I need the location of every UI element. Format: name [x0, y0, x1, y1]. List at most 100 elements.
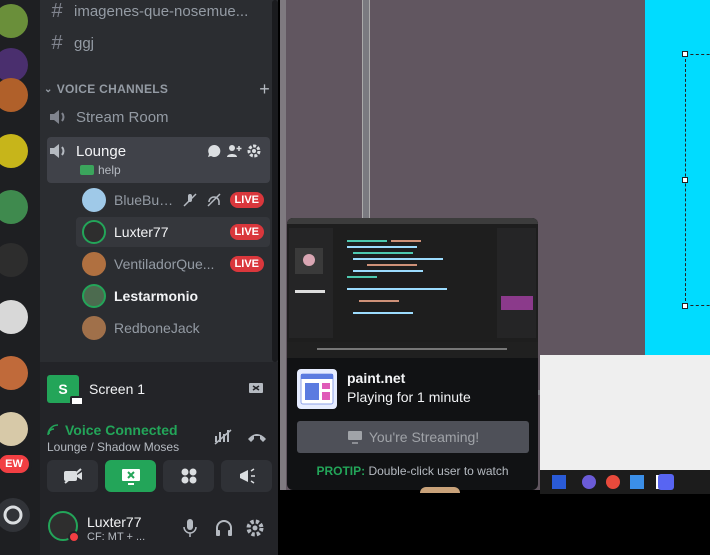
taskbar-app-icon[interactable]	[552, 475, 566, 489]
protip: PROTIP: Double-click user to watch	[287, 464, 538, 478]
avatar	[82, 284, 106, 308]
live-badge: LIVE	[229, 224, 264, 240]
screen-share-icon: S	[47, 375, 84, 406]
channel-name: ggj	[74, 34, 95, 52]
speaker-icon	[48, 108, 68, 126]
selection-handle[interactable]	[682, 177, 688, 183]
avatar	[82, 188, 106, 212]
avatar	[82, 316, 106, 340]
mention-badge: EW	[0, 452, 32, 476]
screen-share-icon	[347, 430, 363, 444]
screen-share-button[interactable]	[105, 460, 156, 492]
voice-connected-label[interactable]: Voice Connected	[65, 422, 178, 438]
gear-icon[interactable]	[246, 143, 262, 159]
channel-status: help	[80, 162, 302, 178]
window-frame-line	[280, 0, 286, 490]
category-label: VOICE CHANNELS	[56, 82, 169, 96]
channel-item[interactable]: # imagenes-que-nosemue...	[48, 0, 268, 26]
invite-icon[interactable]	[226, 143, 242, 159]
voice-status: Voice Connected Lounge / Shadow Moses	[47, 422, 272, 454]
home-icon[interactable]	[0, 498, 30, 532]
stream-preview-popout: paint.net Playing for 1 minute You're St…	[287, 218, 538, 490]
protip-text: Double-click user to watch	[368, 464, 509, 478]
deafened-icon	[206, 192, 222, 208]
voice-user-name: Lestarmonio	[114, 288, 199, 304]
mic-muted-icon	[182, 192, 198, 208]
voice-user[interactable]: RedboneJack	[76, 313, 270, 343]
activities-icon	[179, 466, 199, 486]
username[interactable]: Luxter77	[87, 514, 141, 530]
noise-suppression-icon[interactable]	[213, 428, 233, 446]
activities-button[interactable]	[163, 460, 214, 492]
screen-share-label: Screen 1	[89, 381, 146, 397]
selection-handle[interactable]	[682, 51, 688, 57]
taskbar	[540, 470, 710, 494]
voice-channel-item[interactable]: Stream Room	[48, 102, 270, 132]
voice-location[interactable]: Lounge / Shadow Moses	[47, 440, 272, 454]
voice-channel-name: Stream Room	[76, 108, 169, 126]
signal-icon	[47, 424, 59, 436]
voice-user[interactable]: Luxter77 LIVE	[76, 217, 270, 247]
gear-icon[interactable]	[245, 518, 265, 538]
server-icon[interactable]	[0, 78, 28, 112]
server-icon[interactable]	[0, 356, 28, 390]
camera-toggle-button[interactable]	[47, 460, 98, 492]
voice-channel-name: Lounge	[76, 142, 127, 160]
camera-icon	[70, 396, 84, 406]
stop-stream-icon[interactable]	[248, 382, 264, 396]
avatar[interactable]	[48, 511, 80, 543]
headphones-icon[interactable]	[214, 518, 234, 538]
server-icon[interactable]	[0, 412, 28, 446]
dnd-status-icon	[68, 531, 80, 543]
voice-user-name: VentiladorQue...	[114, 256, 215, 272]
taskbar-app-icon[interactable]	[582, 475, 596, 489]
channel-name: imagenes-que-nosemue...	[74, 2, 249, 20]
soundboard-icon	[237, 466, 257, 486]
voice-user[interactable]: VentiladorQue... LIVE	[76, 249, 270, 279]
server-icon[interactable]	[0, 300, 28, 334]
channel-item[interactable]: # ggj	[48, 28, 268, 58]
taskbar-app-icon[interactable]	[658, 474, 674, 490]
screen-share-row: S Screen 1	[47, 374, 272, 406]
canvas-background	[540, 355, 710, 470]
server-icon[interactable]	[0, 190, 28, 224]
server-icon[interactable]	[0, 4, 28, 38]
hash-icon: #	[51, 31, 63, 54]
voice-user-name: Luxter77	[114, 224, 169, 240]
speaker-icon	[48, 142, 68, 160]
app-name: paint.net	[347, 370, 406, 386]
stream-thumbnail[interactable]	[287, 218, 538, 358]
voice-user[interactable]: Lestarmonio	[76, 281, 270, 311]
camera-off-icon	[62, 467, 84, 485]
server-icon[interactable]	[0, 48, 28, 82]
taskbar-app-icon[interactable]	[606, 475, 620, 489]
streaming-button[interactable]: You're Streaming!	[297, 421, 529, 453]
channel-status-text: help	[98, 163, 121, 177]
taskbar-app-icon[interactable]	[630, 475, 644, 489]
voice-user-name: BlueBull...	[114, 192, 174, 208]
avatar	[82, 220, 106, 244]
soundboard-button[interactable]	[221, 460, 272, 492]
avatar	[82, 252, 106, 276]
custom-status: CF: MT + ...	[87, 531, 146, 543]
voice-channel-item[interactable]: Lounge	[48, 141, 270, 161]
screen-share-letter: S	[58, 381, 68, 397]
stop-stream-icon	[120, 467, 142, 485]
voice-category[interactable]: ⌄ VOICE CHANNELS +	[44, 79, 270, 100]
server-icon[interactable]	[0, 243, 28, 277]
hash-icon: #	[51, 0, 63, 22]
selection-handle[interactable]	[682, 303, 688, 309]
sidebar-scrollbar[interactable]	[272, 0, 278, 362]
selection-marquee	[685, 54, 710, 306]
microphone-icon[interactable]	[182, 518, 198, 538]
add-channel-icon[interactable]: +	[259, 79, 270, 100]
canvas-image[interactable]	[645, 0, 710, 355]
live-badge: LIVE	[229, 256, 264, 272]
voice-user[interactable]: BlueBull... LIVE	[76, 185, 270, 215]
server-icon[interactable]	[0, 134, 28, 168]
activity-duration: Playing for 1 minute	[347, 389, 471, 405]
live-badge: LIVE	[229, 192, 264, 208]
voice-user-name: RedboneJack	[114, 320, 200, 336]
chat-icon[interactable]	[206, 143, 222, 159]
disconnect-icon[interactable]	[247, 430, 267, 444]
